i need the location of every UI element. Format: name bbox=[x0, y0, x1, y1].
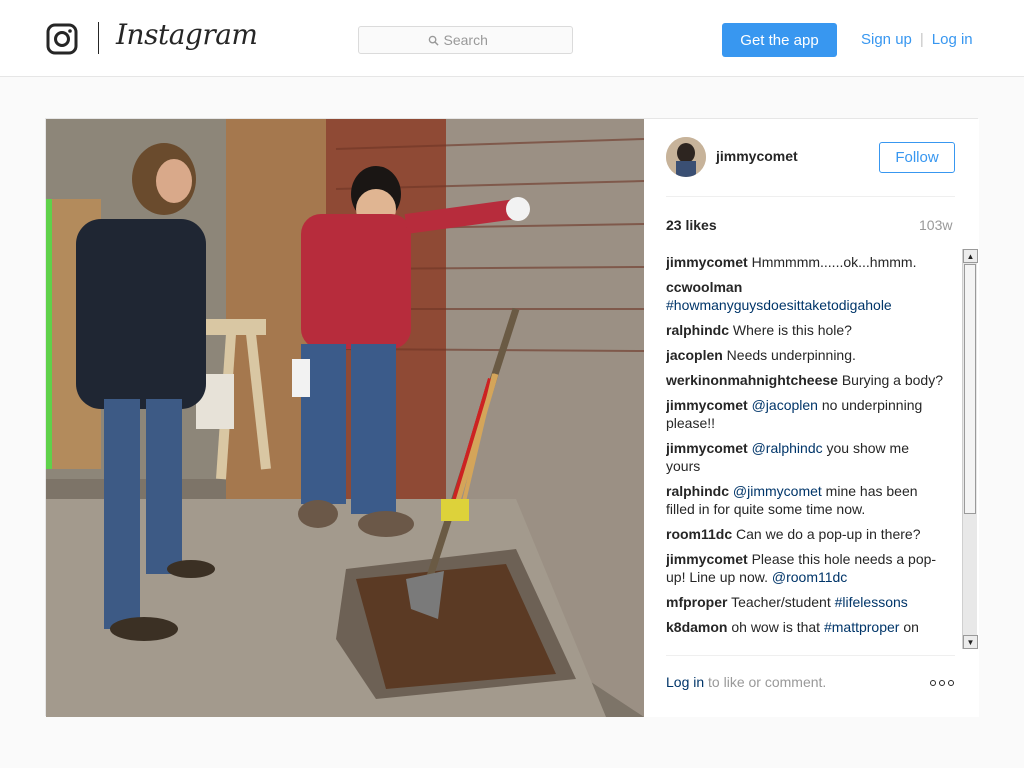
comment-link[interactable]: #mattproper bbox=[824, 619, 899, 635]
comment-username[interactable]: jimmycomet bbox=[666, 440, 748, 456]
comment-text: on bbox=[899, 619, 919, 635]
post-side-panel: jimmycomet Follow 23 likes 103w jimmycom… bbox=[644, 119, 979, 717]
comment-username[interactable]: mfproper bbox=[666, 594, 727, 610]
comments-list[interactable]: jimmycomet Hmmmmm......ok...hmmm. ccwoolm… bbox=[666, 253, 966, 647]
comment-link[interactable]: @jimmycomet bbox=[733, 483, 822, 499]
post-card: jimmycomet Follow 23 likes 103w jimmycom… bbox=[45, 118, 979, 717]
comment-link[interactable]: @ralphindc bbox=[752, 440, 823, 456]
follow-button[interactable]: Follow bbox=[879, 142, 955, 173]
comment-item: jimmycomet Please this hole needs a pop-… bbox=[666, 550, 946, 586]
auth-links: Sign up | Log in bbox=[861, 31, 973, 48]
comment-text: Where is this hole? bbox=[729, 322, 852, 338]
post-username[interactable]: jimmycomet bbox=[716, 148, 798, 164]
avatar[interactable] bbox=[666, 137, 706, 177]
comment-text: Burying a body? bbox=[837, 372, 944, 388]
scroll-thumb[interactable] bbox=[964, 264, 976, 514]
comment-text: Needs underpinning. bbox=[722, 347, 856, 363]
comment-username[interactable]: jimmycomet bbox=[666, 254, 748, 270]
comment-username[interactable]: k8damon bbox=[666, 619, 727, 635]
comment-username[interactable]: jimmycomet bbox=[666, 551, 748, 567]
divider bbox=[666, 196, 955, 197]
comment-text: Teacher/student bbox=[727, 594, 835, 610]
comment-username[interactable]: ccwoolman bbox=[666, 279, 742, 295]
sign-up-link[interactable]: Sign up bbox=[861, 31, 912, 48]
comment-link[interactable]: #lifelessons bbox=[835, 594, 908, 610]
comment-text: Can we do a pop-up in there? bbox=[732, 526, 921, 542]
divider bbox=[666, 655, 955, 656]
login-prompt-text: to like or comment. bbox=[704, 674, 827, 690]
comment-item: mfproper Teacher/student #lifelessons bbox=[666, 593, 946, 611]
comment-username[interactable]: jacoplen bbox=[666, 347, 723, 363]
likes-count[interactable]: 23 likes bbox=[666, 217, 717, 233]
search-icon bbox=[428, 35, 439, 46]
comment-item: jimmycomet Hmmmmm......ok...hmmm. bbox=[666, 253, 946, 271]
login-prompt: Log in to like or comment. bbox=[666, 674, 826, 690]
log-in-link[interactable]: Log in bbox=[666, 674, 704, 690]
comment-link[interactable]: #howmanyguysdoesittaketodigahole bbox=[666, 297, 892, 313]
comment-item: ralphindc @jimmycomet mine has been fill… bbox=[666, 482, 946, 518]
scroll-up-arrow-icon[interactable]: ▲ bbox=[963, 249, 978, 263]
comments-scrollbar[interactable]: ▲ ▼ bbox=[962, 249, 978, 649]
comment-item: werkinonmahnightcheese Burying a body? bbox=[666, 371, 946, 389]
comment-username[interactable]: jimmycomet bbox=[666, 397, 748, 413]
post-photo[interactable] bbox=[46, 119, 644, 717]
instagram-wordmark[interactable]: Instagram bbox=[116, 18, 258, 51]
comment-item: jacoplen Needs underpinning. bbox=[666, 346, 946, 364]
comment-item: room11dc Can we do a pop-up in there? bbox=[666, 525, 946, 543]
comment-username[interactable]: ralphindc bbox=[666, 322, 729, 338]
comment-username[interactable]: room11dc bbox=[666, 526, 732, 542]
logo-divider bbox=[98, 22, 99, 54]
comment-item: ccwoolman #howmanyguysdoesittaketodigaho… bbox=[666, 278, 946, 314]
comment-link[interactable]: @room11dc bbox=[772, 569, 847, 585]
comment-username[interactable]: ralphindc bbox=[666, 483, 729, 499]
comment-item: k8damon oh wow is that #mattproper on bbox=[666, 618, 946, 636]
avatar-image bbox=[666, 137, 706, 177]
more-options-icon[interactable] bbox=[927, 673, 957, 693]
comment-username[interactable]: werkinonmahnightcheese bbox=[666, 372, 838, 388]
scroll-down-arrow-icon[interactable]: ▼ bbox=[963, 635, 978, 649]
top-nav: Instagram Get the app Sign up | Log in bbox=[0, 0, 1024, 77]
comment-link[interactable]: @jacoplen bbox=[752, 397, 818, 413]
post-age[interactable]: 103w bbox=[919, 217, 952, 233]
log-in-link[interactable]: Log in bbox=[932, 31, 973, 48]
comment-text: oh wow is that bbox=[727, 619, 824, 635]
search-box[interactable] bbox=[358, 26, 573, 54]
get-the-app-button[interactable]: Get the app bbox=[722, 23, 837, 57]
comment-text: Hmmmmm......ok...hmmm. bbox=[747, 254, 917, 270]
search-input[interactable] bbox=[443, 32, 504, 48]
basement-dig-photo bbox=[46, 119, 644, 717]
comment-item: jimmycomet @ralphindc you show me yours bbox=[666, 439, 946, 475]
instagram-camera-icon[interactable] bbox=[46, 23, 78, 55]
comment-item: jimmycomet @jacoplen no underpinning ple… bbox=[666, 396, 946, 432]
auth-separator: | bbox=[919, 31, 924, 48]
comment-item: ralphindc Where is this hole? bbox=[666, 321, 946, 339]
